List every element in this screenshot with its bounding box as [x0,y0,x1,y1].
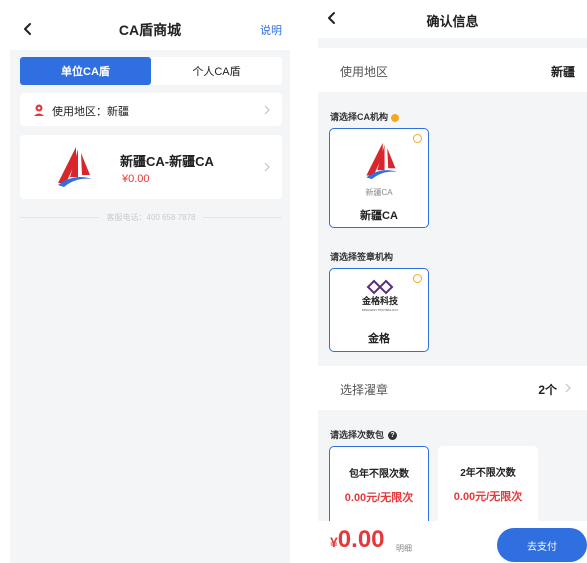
package-section-text: 请选择次数包 [330,430,385,440]
region-selector[interactable]: 使用地区：新疆 [20,93,282,126]
detail-link[interactable]: 明细 [396,543,412,554]
divider [20,216,99,218]
currency-symbol: ¥ [330,534,338,550]
kinggrid-logo-subtext: KINGGRID TECHNOLOGY [362,308,399,312]
help-link[interactable]: 说明 [260,22,282,38]
product-price: ¥0.00 [122,173,150,185]
ca-section-label: 请选择CA机构 [330,110,399,123]
ca-org-logo-text: 新疆CA [365,188,393,197]
chevron-right-icon [565,383,571,393]
ca-org-name: 新疆CA [360,210,398,222]
help-icon[interactable]: ? [388,431,398,441]
service-phone: 客服电话：400 658 7878 [20,210,282,224]
package-option-yearly[interactable]: 包年不限次数 0.00元/无限次 [329,446,429,526]
ca-org-option[interactable]: 新疆CA 新疆CA [329,128,429,228]
tab-personal-ca[interactable]: 个人CA盾 [151,57,282,85]
page-title: CA盾商城 [118,22,182,38]
left-screen: CA盾商城 说明 单位CA盾 个人CA盾 使用地区：新疆 新疆CA-新疆CA ¥… [10,0,290,563]
sign-org-option[interactable]: 金格科技 KINGGRID TECHNOLOGY 金格 [329,268,429,352]
service-phone-text: 客服电话：400 658 7878 [106,212,196,222]
package-price: 0.00元/无限次 [344,492,414,504]
tab-bar: 单位CA盾 个人CA盾 [20,57,282,85]
pay-button[interactable]: 去支付 [497,528,587,562]
kinggrid-logo-text: 金格科技 [361,295,399,307]
chevron-right-icon [264,162,270,172]
package-option-2year[interactable]: 2年不限次数 0.00元/无限次 [438,446,538,526]
region-value: 新疆 [550,65,575,79]
total-amount: ¥0.00 [330,526,385,554]
amount-value: 0.00 [337,526,385,553]
select-radio-icon [413,134,422,143]
chevron-right-icon [264,105,270,115]
region-label: 使用地区 [340,65,389,79]
divider [203,216,282,218]
region-text: 使用地区：新疆 [52,106,129,118]
xinjiang-ca-logo [58,147,92,187]
location-pin-icon [34,104,44,116]
info-icon[interactable] [391,113,399,122]
seal-label: 选择濯章 [340,383,389,397]
seal-selector[interactable]: 选择濯章 2个 [318,366,587,410]
select-radio-icon [413,274,422,283]
tab-unit-ca[interactable]: 单位CA盾 [20,57,151,85]
package-title: 2年不限次数 [460,468,516,479]
kinggrid-logo: 金格科技 KINGGRID TECHNOLOGY [361,279,399,312]
right-header: 确认信息 [318,0,587,38]
package-title: 包年不限次数 [349,469,409,480]
product-card[interactable]: 新疆CA-新疆CA ¥0.00 [20,135,282,199]
xinjiang-ca-logo [366,142,398,180]
package-section-label: 请选择次数包? [330,428,398,441]
page-title: 确认信息 [426,14,479,29]
ca-section-text: 请选择CA机构 [330,112,388,122]
region-row: 使用地区 新疆 [318,48,587,92]
right-screen: 确认信息 使用地区 新疆 请选择CA机构 新疆CA 新疆CA 请选择签章机构 金… [318,0,587,563]
package-price: 0.00元/无限次 [453,491,523,503]
product-name: 新疆CA-新疆CA [120,154,214,169]
left-header: CA盾商城 说明 [10,0,290,50]
seal-count: 2个 [538,383,557,397]
sign-section-label: 请选择签章机构 [330,252,394,262]
payment-bar: ¥0.00 明细 去支付 [318,521,587,563]
sign-org-name: 金格 [368,333,390,345]
